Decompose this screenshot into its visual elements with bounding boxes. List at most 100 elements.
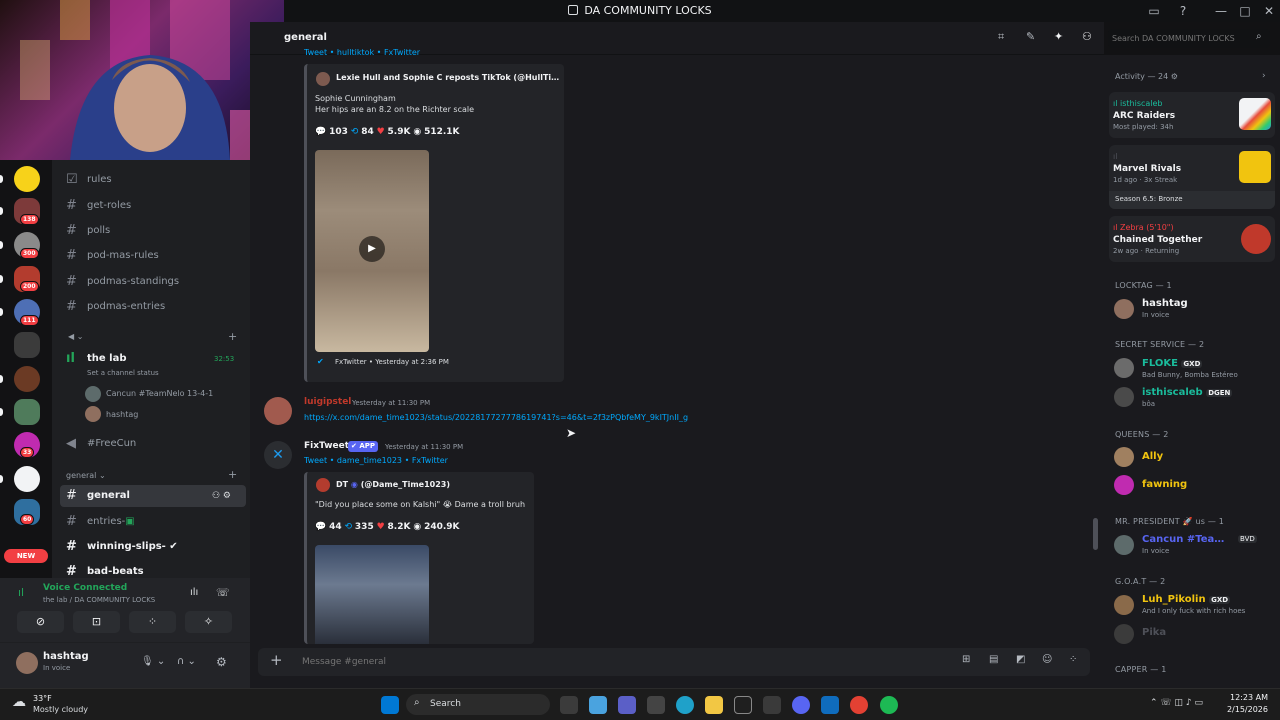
message-sub[interactable]: Tweet • dame_time1023 • FxTwitter: [304, 456, 448, 465]
sticker-icon[interactable]: ◩: [1016, 654, 1025, 665]
channel-bad-beats[interactable]: # bad-beats: [60, 561, 246, 578]
member-name[interactable]: hashtag: [1142, 298, 1188, 309]
screen-share-button[interactable]: ⊡: [73, 611, 120, 633]
channel-podmas-entries[interactable]: # podmas-entries: [60, 296, 246, 318]
add-channel-icon[interactable]: +: [228, 468, 237, 481]
close-icon[interactable]: ✕: [1258, 0, 1280, 22]
maximize-icon[interactable]: □: [1234, 0, 1256, 22]
server-icon-10[interactable]: [14, 466, 40, 492]
emoji-icon[interactable]: ☺: [1042, 654, 1052, 665]
settings-gear-icon[interactable]: ⚙: [216, 655, 227, 669]
avatar[interactable]: [264, 397, 292, 425]
avatar[interactable]: [16, 652, 38, 674]
member-avatar[interactable]: [1114, 299, 1134, 319]
views-icon: ◉: [413, 522, 422, 532]
activity-card[interactable]: ıl Marvel Rivals 1d ago · 3x Streak Seas…: [1109, 145, 1275, 209]
channel-get-roles[interactable]: # get-roles: [60, 195, 246, 217]
member-name[interactable]: Pika: [1142, 627, 1166, 638]
message-author[interactable]: FixTweet: [304, 441, 349, 451]
threads-icon[interactable]: ⌗: [998, 30, 1004, 44]
video-thumbnail[interactable]: [315, 545, 429, 644]
fixtweet-x-icon[interactable]: ✕: [264, 441, 292, 469]
activity-card[interactable]: ıl Zebra (5'10") Chained Together 2w ago…: [1109, 216, 1275, 262]
member-avatar[interactable]: [1114, 624, 1134, 644]
channel-podmas-standings[interactable]: # podmas-standings: [60, 271, 246, 293]
member-avatar[interactable]: [1114, 358, 1134, 378]
member-avatar[interactable]: [1114, 475, 1134, 495]
member-name[interactable]: Cancun #TeamNelo: [1142, 534, 1232, 545]
server-icon-7[interactable]: [14, 366, 40, 392]
channel-winning-slips[interactable]: # winning-slips- ✔: [60, 536, 246, 558]
channel-pod-mas-rules[interactable]: # pod-mas-rules: [60, 245, 246, 267]
threads-app-icon[interactable]: [734, 696, 752, 714]
member-name[interactable]: FLOKE GXD: [1142, 358, 1203, 369]
add-attachment-icon[interactable]: +: [270, 651, 283, 669]
help-icon[interactable]: ?: [1172, 0, 1194, 22]
camera-off-button[interactable]: ⊘: [17, 611, 64, 633]
notification-off-icon[interactable]: ✎: [1026, 30, 1035, 43]
voice-user[interactable]: hashtag: [106, 410, 138, 419]
task-view-icon[interactable]: [560, 696, 578, 714]
chrome-icon[interactable]: [850, 696, 868, 714]
file-explorer-icon[interactable]: [705, 696, 723, 714]
teams-icon[interactable]: [618, 696, 636, 714]
copilot-icon[interactable]: [589, 696, 607, 714]
member-avatar[interactable]: [1114, 535, 1134, 555]
edge-icon[interactable]: [676, 696, 694, 714]
channel-general[interactable]: # general ⚇ ⚙: [60, 485, 246, 507]
minimize-icon[interactable]: —: [1210, 0, 1232, 22]
add-channel-icon[interactable]: +: [228, 330, 237, 343]
microphone-icon[interactable]: 🎙 ⌄: [141, 656, 165, 667]
channel-polls[interactable]: # polls: [60, 220, 246, 242]
apps-icon[interactable]: ⁘: [1069, 654, 1077, 665]
member-list-icon[interactable]: ⚇: [1082, 30, 1092, 43]
message-fragment[interactable]: Tweet • hulltiktok • FxTwitter: [304, 48, 604, 57]
voice-channel-freecun[interactable]: ◀ #FreeCun: [60, 433, 246, 455]
new-badge[interactable]: NEW: [4, 549, 48, 563]
server-icon-6[interactable]: [14, 332, 40, 358]
member-name[interactable]: fawning: [1142, 479, 1187, 490]
message-input[interactable]: [302, 654, 902, 670]
member-avatar[interactable]: [1114, 595, 1134, 615]
gif-icon[interactable]: ▤: [989, 654, 998, 665]
search-bar[interactable]: ⌕: [1108, 29, 1270, 48]
windows-start-icon[interactable]: [381, 696, 399, 714]
app-icon[interactable]: [647, 696, 665, 714]
message-link[interactable]: https://x.com/dame_time1023/status/20228…: [304, 413, 744, 422]
video-thumbnail[interactable]: ▶: [315, 150, 429, 352]
server-icon-8[interactable]: [14, 399, 40, 425]
store-icon[interactable]: [763, 696, 781, 714]
category-general[interactable]: general ⌄: [66, 471, 106, 480]
member-avatar[interactable]: [1114, 447, 1134, 467]
channel-entries[interactable]: # entries-▣: [60, 511, 246, 533]
channel-rules[interactable]: ☑ rules: [60, 169, 246, 191]
activities-button[interactable]: ⁘: [129, 611, 176, 633]
tray-icons[interactable]: ⌃ ☏ ◫ ♪ ▭: [1150, 698, 1203, 708]
headphones-icon[interactable]: ∩ ⌄: [177, 656, 196, 667]
member-name[interactable]: Luh_Pikolin GXD: [1142, 594, 1231, 605]
member-name[interactable]: isthiscaleb DGEN: [1142, 387, 1233, 398]
taskbar-search[interactable]: ⌕ Search: [406, 694, 550, 715]
server-icon-pikachu[interactable]: [14, 166, 40, 192]
embed-author[interactable]: DT ◉ (@Dame_Time1023): [336, 480, 450, 489]
outlook-icon[interactable]: [821, 696, 839, 714]
scrollbar-thumb[interactable]: [1093, 518, 1098, 550]
embed-author[interactable]: Lexie Hull and Sophie C reposts TikTok (…: [336, 73, 561, 82]
pin-icon[interactable]: ✦: [1054, 30, 1063, 43]
disconnect-icon[interactable]: ☏: [216, 586, 230, 599]
discord-icon[interactable]: [792, 696, 810, 714]
message-author[interactable]: luigipstel: [304, 397, 351, 407]
gift-icon[interactable]: ⊞: [962, 654, 970, 665]
noise-suppression-icon[interactable]: ılı: [190, 587, 198, 598]
spotify-icon[interactable]: [880, 696, 898, 714]
play-icon[interactable]: ▶: [359, 236, 385, 262]
activity-card[interactable]: ıl isthiscaleb ARC Raiders Most played: …: [1109, 92, 1275, 138]
invite-icon[interactable]: ⚇ ⚙: [212, 485, 231, 507]
member-name[interactable]: Ally: [1142, 451, 1163, 462]
search-input[interactable]: [1112, 31, 1252, 46]
soundboard-button[interactable]: ✧: [185, 611, 232, 633]
member-avatar[interactable]: [1114, 387, 1134, 407]
inbox-icon[interactable]: ▭: [1143, 0, 1165, 22]
chevron-right-icon[interactable]: ›: [1262, 71, 1266, 81]
voice-user[interactable]: Cancun #TeamNelo 13-4-1: [106, 389, 234, 398]
